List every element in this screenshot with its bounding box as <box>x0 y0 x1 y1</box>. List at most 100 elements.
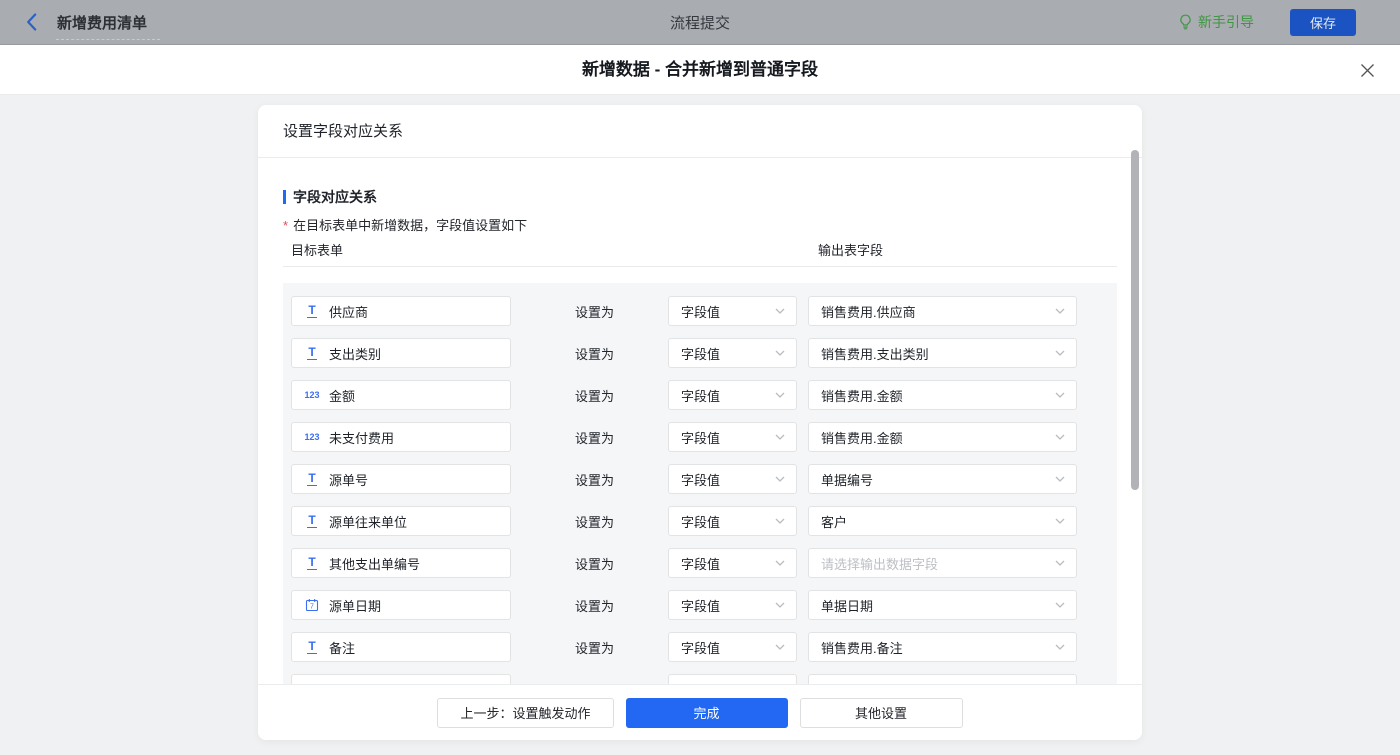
field-mapping-row: T 源单号 设置为 字段值 单据编号 <box>291 464 1109 494</box>
section-title: 字段对应关系 <box>293 189 377 205</box>
target-field-box: T 供应商 <box>291 296 511 326</box>
done-button[interactable]: 完成 <box>625 697 788 728</box>
chevron-down-icon <box>775 392 785 398</box>
target-field-box: T 支出类别 <box>291 338 511 368</box>
relation-label: 设置为 <box>575 598 615 614</box>
target-field-label: 源单号 <box>329 472 369 488</box>
prev-step-button[interactable]: 上一步：设置触发动作 <box>437 697 614 728</box>
card-footer: 上一步：设置触发动作 完成 其他设置 <box>258 684 1142 740</box>
output-field-label: 请选择输出数据字段 <box>821 556 939 572</box>
value-mode-select[interactable]: 字段值 <box>668 422 797 452</box>
target-field-box: 123 金额 <box>291 380 511 410</box>
relation-label: 设置为 <box>575 514 615 530</box>
value-mode-label: 字段值 <box>681 472 721 488</box>
output-field-select[interactable]: 请选择输出数据字段 <box>808 548 1077 578</box>
text-field-icon: T <box>307 638 317 654</box>
field-mapping-row: T 供应商 设置为 字段值 销售费用.供应商 <box>291 296 1109 326</box>
chevron-down-icon <box>775 350 785 356</box>
output-field-select[interactable]: 客户 <box>808 506 1077 536</box>
output-field-label: 单据编号 <box>821 472 874 488</box>
relation-label: 设置为 <box>575 388 615 404</box>
chevron-down-icon <box>1055 392 1065 398</box>
output-field-select[interactable]: 销售费用.金额 <box>808 380 1077 410</box>
field-mapping-row: T 其他支出单编号 设置为 字段值 请选择输出数据字段 <box>291 548 1109 578</box>
output-field-select[interactable]: 销售费用.金额 <box>808 422 1077 452</box>
save-button[interactable]: 保存 <box>1290 8 1356 36</box>
value-mode-label: 字段值 <box>681 304 721 320</box>
target-field-label: 源单日期 <box>329 598 382 614</box>
text-field-icon: T <box>307 554 317 570</box>
target-field-box <box>291 674 511 684</box>
field-mapping-row: 7 源单日期 设置为 字段值 单据日期 <box>291 590 1109 620</box>
target-field-label: 备注 <box>329 640 356 656</box>
relation-label: 设置为 <box>575 304 615 320</box>
number-field-icon: 123 <box>304 432 320 442</box>
chevron-down-icon <box>1055 476 1065 482</box>
column-header-output-field: 输出表字段 <box>818 243 884 258</box>
relation-label: 设置为 <box>575 430 615 446</box>
output-field-label: 销售费用.支出类别 <box>821 346 929 362</box>
other-settings-button[interactable]: 其他设置 <box>799 697 963 728</box>
value-mode-label: 字段值 <box>681 640 721 656</box>
value-mode-select[interactable]: 字段值 <box>668 338 797 368</box>
chevron-down-icon <box>1055 560 1065 566</box>
beginner-guide-button[interactable]: 新手引导 <box>1178 12 1254 32</box>
chevron-down-icon <box>1055 644 1065 650</box>
value-mode-select[interactable]: 字段值 <box>668 380 797 410</box>
output-field-select[interactable] <box>808 674 1077 684</box>
topbar: 新增费用清单 流程提交 新手引导 保存 <box>0 0 1400 45</box>
lightbulb-icon <box>1180 14 1191 30</box>
output-field-select[interactable]: 单据日期 <box>808 590 1077 620</box>
value-mode-select[interactable]: 字段值 <box>668 506 797 536</box>
field-mapping-row: T 源单往来单位 设置为 字段值 客户 <box>291 506 1109 536</box>
target-field-label: 供应商 <box>329 304 369 320</box>
output-field-label: 客户 <box>821 514 848 530</box>
target-field-label: 源单往来单位 <box>329 514 408 530</box>
value-mode-select[interactable]: 字段值 <box>668 548 797 578</box>
value-mode-select[interactable]: 字段值 <box>668 632 797 662</box>
section-accent-bar <box>283 190 286 204</box>
value-mode-label: 字段值 <box>681 388 721 404</box>
column-headers: 目标表单 输出表字段 <box>283 238 1117 267</box>
scrollbar-thumb[interactable] <box>1131 150 1139 490</box>
target-field-box: T 源单往来单位 <box>291 506 511 536</box>
value-mode-label: 字段值 <box>681 430 721 446</box>
field-mapping-row: T 支出类别 设置为 字段值 销售费用.支出类别 <box>291 338 1109 368</box>
output-field-select[interactable]: 销售费用.备注 <box>808 632 1077 662</box>
text-field-icon: T <box>307 344 317 360</box>
value-mode-select[interactable]: 字段值 <box>668 296 797 326</box>
chevron-down-icon <box>775 308 785 314</box>
column-header-target-form: 目标表单 <box>291 243 344 258</box>
output-field-label: 销售费用.供应商 <box>821 304 916 320</box>
number-field-icon: 123 <box>304 390 320 400</box>
value-mode-select[interactable]: 字段值 <box>668 590 797 620</box>
output-field-select[interactable]: 单据编号 <box>808 464 1077 494</box>
field-mapping-rows: T 供应商 设置为 字段值 销售费用.供应商 T 支出类别 设置为 字段值 销售费用.支出类别 12… <box>283 283 1117 684</box>
value-mode-select[interactable] <box>668 674 797 684</box>
chevron-down-icon <box>775 602 785 608</box>
value-mode-select[interactable]: 字段值 <box>668 464 797 494</box>
chevron-down-icon <box>775 518 785 524</box>
chevron-down-icon <box>1055 518 1065 524</box>
target-field-box: T 其他支出单编号 <box>291 548 511 578</box>
target-field-box: 123 未支付费用 <box>291 422 511 452</box>
value-mode-label: 字段值 <box>681 514 721 530</box>
chevron-down-icon <box>1055 308 1065 314</box>
target-field-label: 支出类别 <box>329 346 382 362</box>
output-field-select[interactable]: 销售费用.支出类别 <box>808 338 1077 368</box>
chevron-down-icon <box>1055 350 1065 356</box>
editable-underline <box>56 39 160 40</box>
modal-titlebar: 新增数据 - 合并新增到普通字段 <box>0 45 1400 95</box>
relation-label: 设置为 <box>575 640 615 656</box>
chevron-down-icon <box>1055 602 1065 608</box>
relation-label: 设置为 <box>575 346 615 362</box>
card-header-title: 设置字段对应关系 <box>258 105 1142 158</box>
output-field-select[interactable]: 销售费用.供应商 <box>808 296 1077 326</box>
value-mode-label: 字段值 <box>681 556 721 572</box>
field-mapping-row <box>291 674 1109 684</box>
text-field-icon: T <box>307 512 317 528</box>
mapping-note: 在目标表单中新增数据，字段值设置如下 <box>293 217 528 233</box>
beginner-guide-label: 新手引导 <box>1198 14 1254 30</box>
close-icon[interactable] <box>1359 62 1376 79</box>
target-field-box: T 备注 <box>291 632 511 662</box>
